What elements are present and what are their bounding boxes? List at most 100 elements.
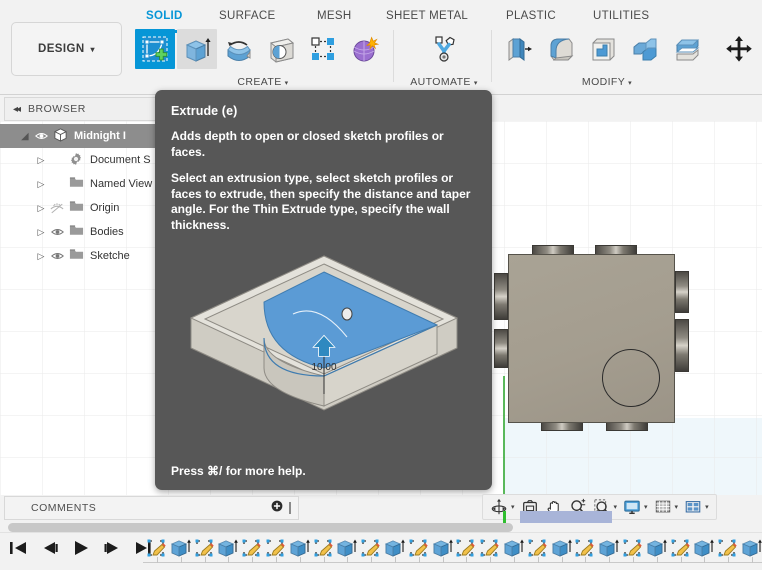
timeline-feature-extrude[interactable] <box>335 537 358 559</box>
create-form-button[interactable] <box>345 29 385 69</box>
timeline-tick <box>656 557 658 563</box>
horizontal-scrollbar[interactable] <box>8 523 513 532</box>
timeline-feature-extrude[interactable] <box>645 537 667 559</box>
visibility-eye-icon[interactable] <box>48 227 66 237</box>
move-copy-button[interactable] <box>719 29 759 69</box>
timeline-feature-sketch[interactable] <box>145 537 167 559</box>
timeline-feature-extrude[interactable] <box>431 537 453 559</box>
timeline-feature-extrude[interactable] <box>169 537 191 559</box>
timeline-feature-sketch[interactable] <box>264 537 286 559</box>
disclosure-triangle-icon[interactable]: ▷ <box>34 155 48 166</box>
tab-mesh[interactable]: MESH <box>317 10 351 22</box>
timeline-feature-extrude[interactable] <box>740 537 762 559</box>
disclosure-triangle-icon[interactable]: ▷ <box>34 251 48 262</box>
timeline-feature-sketch[interactable] <box>669 537 691 559</box>
timeline-tick <box>157 557 158 563</box>
timeline-feature-sketch[interactable] <box>193 537 215 559</box>
timeline-ruler <box>143 562 762 563</box>
timeline-tick <box>252 557 254 563</box>
timeline-feature-sketch[interactable] <box>621 537 643 559</box>
timeline-feature-sketch[interactable] <box>407 537 429 559</box>
timeline-go-start-button[interactable] <box>8 538 30 558</box>
chevron-down-icon[interactable]: ▾ <box>705 503 709 511</box>
model-part[interactable] <box>480 226 710 446</box>
visibility-eye-icon[interactable] <box>32 131 50 141</box>
timeline-feature-extrude[interactable] <box>383 537 405 559</box>
disclosure-triangle-icon[interactable]: ▷ <box>34 179 48 190</box>
timeline-feature-sketch[interactable] <box>240 537 262 559</box>
extrude-preview-illustration: 10.00 <box>189 255 459 411</box>
disclosure-triangle-icon[interactable]: ▷ <box>34 203 48 214</box>
tab-utilities[interactable]: UTILITIES <box>593 10 649 22</box>
tab-solid[interactable]: SOLID <box>146 10 183 22</box>
eye-hidden-icon <box>50 202 64 213</box>
visibility-eye-icon[interactable] <box>48 251 66 261</box>
display-settings-button[interactable] <box>621 496 643 518</box>
timeline-feature-sketch[interactable] <box>526 537 548 559</box>
ribbon-panels: CREATE ▾ AUTOMATE ▾ MODIFY ▾ <box>0 28 762 90</box>
chevron-down-icon[interactable]: ▾ <box>675 503 679 511</box>
tooltip-paragraph-2: Select an extrusion type, select sketch … <box>171 171 471 232</box>
combine-button[interactable] <box>625 29 665 69</box>
display-settings-icon <box>624 500 640 515</box>
comments-title: COMMENTS <box>31 502 97 514</box>
timeline-tick <box>299 557 301 563</box>
panel-label-create[interactable]: CREATE ▾ <box>132 76 394 88</box>
timeline-step-forward-button[interactable] <box>101 538 123 558</box>
eye-open-icon <box>50 253 64 259</box>
fillet-button[interactable] <box>541 29 581 69</box>
move-arrows-icon <box>726 36 752 62</box>
timeline-feature-sketch[interactable] <box>312 537 334 559</box>
grid-snaps-button[interactable] <box>652 496 674 518</box>
press-pull-button[interactable] <box>499 29 539 69</box>
orbit-button[interactable] <box>488 496 510 518</box>
timeline-feature-sketch[interactable] <box>454 537 476 559</box>
tab-sheet-metal[interactable]: SHEET METAL <box>386 10 468 22</box>
timeline-feature-sketch[interactable] <box>478 537 500 559</box>
resize-grip-icon[interactable] <box>289 502 291 514</box>
eye-open-icon <box>34 133 48 139</box>
tree-item-label: Origin <box>90 202 120 214</box>
timeline-feature-extrude[interactable] <box>692 537 715 559</box>
timeline-step-back-button[interactable] <box>39 538 61 558</box>
timeline-feature-track[interactable] <box>143 536 762 570</box>
split-face-button[interactable] <box>667 29 707 69</box>
shell-button[interactable] <box>583 29 623 69</box>
extrude-button[interactable] <box>177 29 217 69</box>
chevron-down-icon[interactable]: ▾ <box>614 503 618 511</box>
tree-item-label: Named View <box>90 178 153 190</box>
visibility-eye-icon[interactable] <box>48 202 66 214</box>
timeline-feature-extrude[interactable] <box>502 537 524 559</box>
add-comment-icon[interactable] <box>271 499 283 517</box>
panel-label-modify[interactable]: MODIFY ▾ <box>496 76 718 88</box>
timeline-feature-sketch[interactable] <box>359 537 381 559</box>
chevron-down-icon[interactable]: ▾ <box>644 503 648 511</box>
tab-right-lower <box>675 319 689 372</box>
timeline-feature-sketch[interactable] <box>716 537 738 559</box>
tab-plastic[interactable]: PLASTIC <box>506 10 556 22</box>
generative-design-button[interactable] <box>424 29 464 69</box>
disclosure-triangle-icon[interactable]: ▷ <box>34 227 48 238</box>
pattern-button[interactable] <box>303 29 343 69</box>
timeline-feature-sketch[interactable] <box>573 537 595 559</box>
timeline-feature-extrude[interactable] <box>288 537 310 559</box>
tab-surface[interactable]: SURFACE <box>219 10 275 22</box>
create-sketch-button[interactable] <box>135 29 175 69</box>
timeline-feature-extrude[interactable] <box>597 537 620 559</box>
timeline-feature-extrude[interactable] <box>550 537 572 559</box>
timeline-feature-extrude[interactable] <box>216 537 239 559</box>
chevron-down-icon[interactable]: ▾ <box>511 503 515 511</box>
comments-panel-header[interactable]: COMMENTS <box>4 496 299 520</box>
hole-button[interactable] <box>261 29 301 69</box>
timeline-play-button[interactable] <box>70 538 92 558</box>
ribbon-toolbar: DESIGN ▾ SOLID SURFACE MESH SHEET METAL … <box>0 0 762 95</box>
collapse-panel-icon[interactable]: ◂◂ <box>13 104 21 115</box>
revolve-button[interactable] <box>219 29 259 69</box>
panel-label-automate[interactable]: AUTOMATE ▾ <box>396 76 492 88</box>
disclosure-triangle-icon[interactable]: ◢ <box>18 131 32 142</box>
chevron-down-icon: ▾ <box>628 80 633 87</box>
press-pull-icon <box>508 38 532 61</box>
timeline-tick <box>514 557 515 563</box>
fusion-app-window: 150 50 DESIGN ▾ SOLID <box>0 0 762 570</box>
viewport-layout-button[interactable] <box>682 496 704 518</box>
